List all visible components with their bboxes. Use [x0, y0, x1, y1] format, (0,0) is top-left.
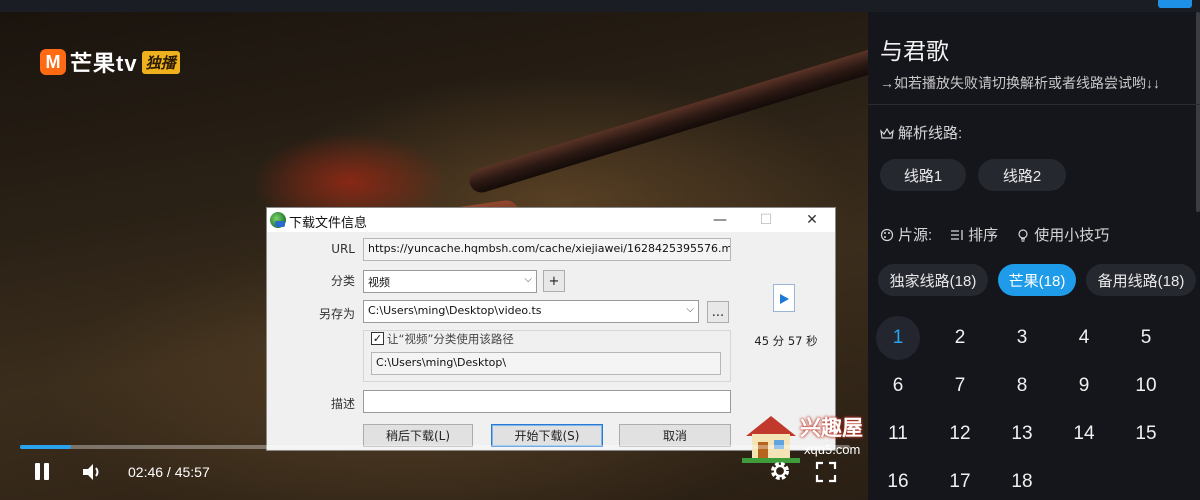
category-select[interactable]: 视频 ⌵: [363, 270, 537, 293]
seek-bar[interactable]: [20, 445, 850, 449]
seek-bar-played: [20, 445, 71, 449]
corner-button[interactable]: [1158, 0, 1192, 8]
divider: [868, 104, 1200, 105]
saveas-label: 另存为: [318, 307, 355, 321]
logo-badge: 独播: [141, 50, 180, 74]
use-path-checkbox-label: 让“视频”分类使用该路径: [387, 331, 517, 347]
saveas-value: C:\Users\ming\Desktop\video.ts: [368, 304, 542, 317]
palette-icon: [880, 228, 894, 241]
browse-button[interactable]: ...: [707, 301, 729, 323]
parse-routes-heading: 解析线路:: [880, 122, 962, 143]
close-button[interactable]: ✕: [789, 208, 835, 232]
minimize-button[interactable]: —: [697, 208, 743, 232]
saveas-path-select[interactable]: C:\Users\ming\Desktop\video.ts ⌵: [363, 300, 699, 323]
watermark-name: 兴趣屋: [800, 417, 863, 440]
tips-label: 使用小技巧: [1034, 227, 1110, 244]
source-toolbar: 片源: 排序 使用小技巧: [880, 224, 1109, 245]
episode-button-10[interactable]: 10: [1124, 364, 1168, 408]
playback-tip: →如若播放失败请切换解析或者线路尝试哟↓↓: [880, 75, 1160, 91]
source-tab-backup[interactable]: 备用线路(18): [1086, 264, 1196, 296]
episode-button-13[interactable]: 13: [1000, 412, 1044, 456]
player-controls: 02:46 / 45:57: [0, 456, 868, 488]
episode-button-16[interactable]: 16: [876, 460, 920, 500]
source-label: 片源:: [898, 227, 933, 244]
video-file-icon: [773, 284, 795, 312]
episode-panel: 与君歌 →如若播放失败请切换解析或者线路尝试哟↓↓ 解析线路: 线路1 线路2 …: [868, 12, 1200, 500]
source-tab-mango[interactable]: 芒果(18): [998, 264, 1076, 296]
show-title: 与君歌: [880, 38, 949, 64]
logo-text: 芒果tv: [70, 51, 138, 76]
top-bar: [0, 0, 1200, 12]
sort-icon: [951, 229, 963, 240]
source-heading: 片源:: [880, 224, 932, 245]
video-frame-object: [466, 46, 868, 196]
estimated-time: 45 分 57 秒: [754, 334, 818, 348]
parse-route-2[interactable]: 线路2: [978, 159, 1066, 191]
screen: M 芒果tv 独播 下载文件信息 — ☐ ✕ URL https://yunca…: [0, 0, 1200, 500]
url-label: URL: [331, 242, 355, 256]
episode-button-11[interactable]: 11: [876, 412, 920, 456]
lightbulb-icon: [1018, 228, 1028, 242]
episode-button-17[interactable]: 17: [938, 460, 982, 500]
pause-icon[interactable]: [32, 462, 52, 482]
fullscreen-icon[interactable]: [814, 460, 838, 484]
episode-button-3[interactable]: 3: [1000, 316, 1044, 360]
tips-button[interactable]: 使用小技巧: [1016, 224, 1109, 245]
description-input[interactable]: [363, 390, 731, 413]
episode-button-6[interactable]: 6: [876, 364, 920, 408]
category-value: 视频: [368, 276, 390, 289]
episode-button-8[interactable]: 8: [1000, 364, 1044, 408]
episode-button-14[interactable]: 14: [1062, 412, 1106, 456]
source-tab-exclusive[interactable]: 独家线路(18): [878, 264, 988, 296]
download-later-button[interactable]: 稍后下载(L): [363, 424, 473, 447]
start-download-button[interactable]: 开始下载(S): [491, 424, 603, 447]
chevron-down-icon: ⌵: [524, 274, 532, 285]
sort-label: 排序: [968, 227, 999, 244]
episode-button-2[interactable]: 2: [938, 316, 982, 360]
category-label: 分类: [330, 274, 355, 288]
chevron-down-icon: ⌵: [686, 304, 694, 315]
sort-button[interactable]: 排序: [950, 224, 998, 245]
episode-button-1[interactable]: 1: [876, 316, 920, 360]
gear-icon[interactable]: [768, 459, 792, 483]
episode-button-5[interactable]: 5: [1124, 316, 1168, 360]
playback-time: 02:46 / 45:57: [128, 464, 210, 480]
episode-button-18[interactable]: 18: [1000, 460, 1044, 500]
episode-button-7[interactable]: 7: [938, 364, 982, 408]
idm-app-icon: [270, 212, 286, 228]
cancel-button[interactable]: 取消: [619, 424, 731, 447]
url-field[interactable]: https://yuncache.hqmbsh.com/cache/xiejia…: [363, 238, 731, 261]
mango-logo-icon: M: [40, 49, 66, 75]
episode-button-15[interactable]: 15: [1124, 412, 1168, 456]
dialog-title: 下载文件信息: [289, 216, 368, 231]
maximize-button: ☐: [759, 212, 773, 228]
channel-logo: M 芒果tv 独播: [40, 46, 180, 78]
parse-routes-label: 解析线路:: [898, 125, 963, 142]
episode-button-4[interactable]: 4: [1062, 316, 1106, 360]
crown-icon: [880, 127, 894, 139]
add-category-button[interactable]: +: [543, 270, 565, 292]
episode-button-9[interactable]: 9: [1062, 364, 1106, 408]
video-player[interactable]: M 芒果tv 独播 下载文件信息 — ☐ ✕ URL https://yunca…: [0, 12, 868, 500]
parse-route-1[interactable]: 线路1: [880, 159, 966, 191]
use-path-checkbox[interactable]: ✓: [371, 332, 384, 345]
episode-button-12[interactable]: 12: [938, 412, 982, 456]
category-path-field: C:\Users\ming\Desktop\: [371, 352, 721, 375]
panel-scrollbar[interactable]: [1196, 12, 1200, 212]
volume-icon[interactable]: [80, 460, 104, 484]
dialog-titlebar[interactable]: 下载文件信息 — ☐ ✕: [267, 208, 835, 232]
description-label: 描述: [330, 397, 355, 411]
